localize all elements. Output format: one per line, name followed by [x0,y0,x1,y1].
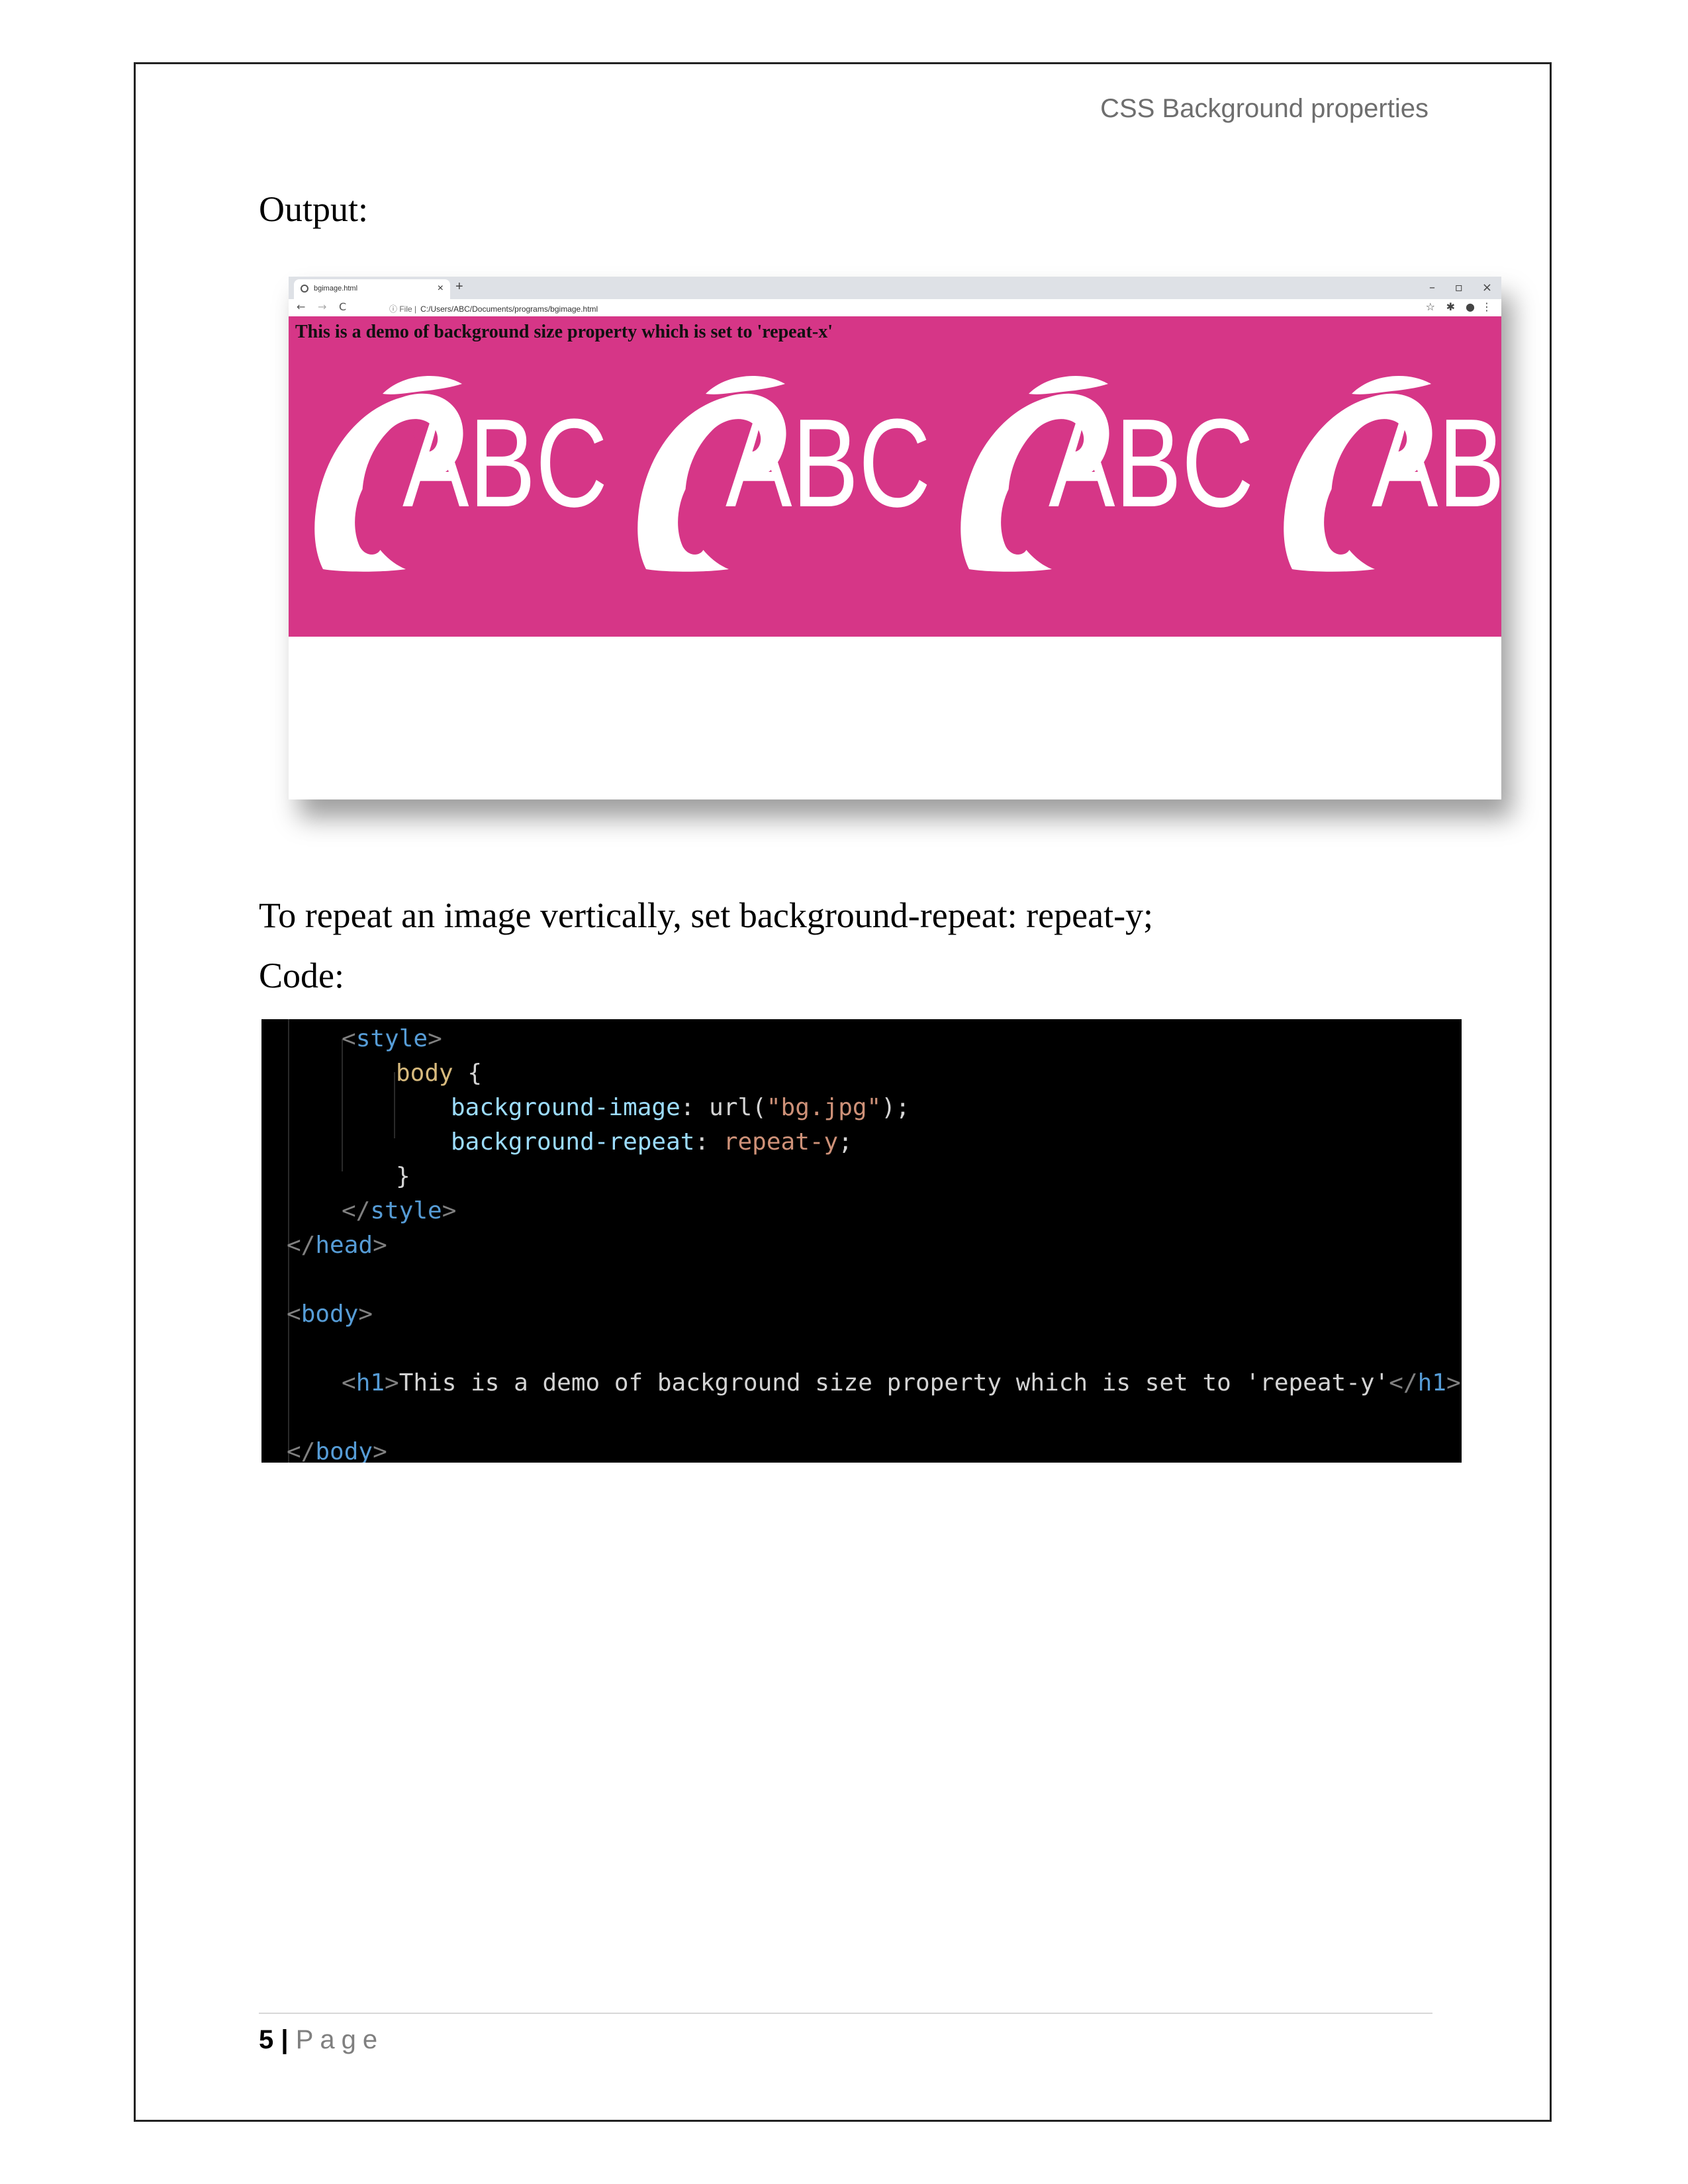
logo-text: ABC [1049,393,1254,533]
url-text: C:/Users/ABC/Documents/programs/bgimage.… [420,304,598,314]
page-label: Page [295,2025,385,2054]
indent-guide [342,1039,343,1171]
indent-guide [394,1072,395,1138]
code-line-4: background-repeat: repeat-y; [451,1128,853,1156]
code-line-9: <h1>This is a demo of background size pr… [342,1369,1461,1396]
code-line-3: background-image: url("bg.jpg"); [451,1094,910,1121]
tab-bar: bgimage.html × + – ▫ × [289,277,1501,299]
footer-rule [259,2013,1432,2014]
restore-icon[interactable]: ▫ [1455,281,1463,295]
profile-icon[interactable]: ● [1466,300,1475,313]
logo-text: ABC [726,393,931,533]
globe-icon [301,285,308,293]
output-heading: Output: [259,189,369,229]
url-field[interactable]: ⓘ File | C:/Users/ABC/Documents/programs/… [389,303,598,314]
site-info-icon[interactable]: ⓘ File | [389,304,416,314]
code-line-2: body { [396,1060,483,1087]
repeat-x-background: ABC ABC ABC ABC This is a demo of backgroun… [289,316,1501,637]
page-footer: 5 | Page [259,2025,384,2055]
tab-close-icon[interactable]: × [438,283,444,295]
extension-icon[interactable]: ✱ [1446,300,1455,313]
browser-screenshot: bgimage.html × + – ▫ × ← → C ⓘ File | C:/… [289,277,1501,799]
minimize-icon[interactable]: – [1429,281,1435,295]
repeat-y-instruction: To repeat an image vertically, set backg… [259,895,1154,935]
code-line-6: </style> [342,1197,457,1224]
elephant-logo-icon: ABC [961,376,1254,572]
reload-icon[interactable]: C [339,300,346,313]
code-line-10: </body> [287,1438,387,1463]
code-line-7: </head> [287,1232,387,1259]
address-bar: ← → C ⓘ File | C:/Users/ABC/Documents/pro… [289,299,1501,317]
demo-heading: This is a demo of background size proper… [295,322,833,342]
close-window-icon[interactable]: × [1482,281,1492,295]
tab-title: bgimage.html [314,285,358,293]
logo-text: ABC [1372,393,1501,533]
elephant-logo-icon: ABC [637,376,931,572]
elephant-logo-icon: ABC [314,376,608,572]
code-screenshot: <style> body { background-image: url("bg… [261,1019,1462,1463]
logo-text: ABC [402,393,608,533]
new-tab-button[interactable]: + [455,279,463,295]
browser-tab[interactable]: bgimage.html × [294,279,450,299]
page-viewport: ABC ABC ABC ABC This is a demo of backgroun… [289,316,1501,799]
code-line-1: <style> [342,1025,442,1052]
page-number: 5 [259,2025,274,2054]
footer-separator: | [281,2025,289,2054]
code-heading: Code: [259,956,344,995]
code-line-8: <body> [287,1300,373,1328]
elephant-logo-icon: ABC [1284,376,1501,572]
forward-icon[interactable]: → [318,300,326,313]
menu-icon[interactable]: ⋮ [1481,300,1492,313]
code-line-5: } [396,1163,410,1190]
running-header: CSS Background properties [1100,94,1429,123]
bookmark-star-icon[interactable]: ☆ [1426,300,1435,313]
back-icon[interactable]: ← [297,300,305,313]
